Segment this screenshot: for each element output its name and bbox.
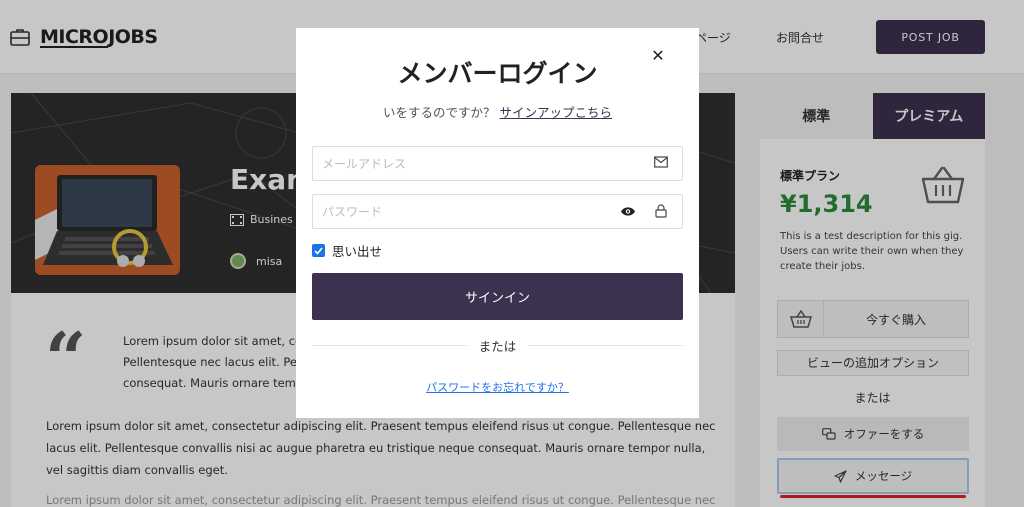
remember-checkbox[interactable] [312,244,325,257]
signup-link[interactable]: サインアップこちら [499,105,612,120]
modal-title: メンバーログイン [397,59,598,88]
lock-icon [655,204,667,218]
remember-me[interactable]: 思い出せ [312,241,382,260]
or-label: または [478,338,517,354]
eye-icon[interactable] [620,206,636,217]
password-field-wrapper [312,194,683,229]
password-field[interactable] [313,195,603,228]
check-icon [314,246,323,255]
email-field[interactable] [313,147,603,180]
envelope-icon [654,156,668,168]
email-field-wrapper [312,146,683,181]
login-modal: ✕ メンバーログイン いをするのですか？ サインアップこちら 思い出せ サインイ… [296,28,699,418]
signin-button[interactable]: サインイン [312,273,683,320]
remember-label: 思い出せ [332,244,383,259]
modal-subtitle: いをするのですか？ サインアップこちら [382,105,612,120]
or-divider: または [312,336,684,354]
forgot-password-link[interactable]: パスワードをお忘れですか？ [296,379,699,395]
